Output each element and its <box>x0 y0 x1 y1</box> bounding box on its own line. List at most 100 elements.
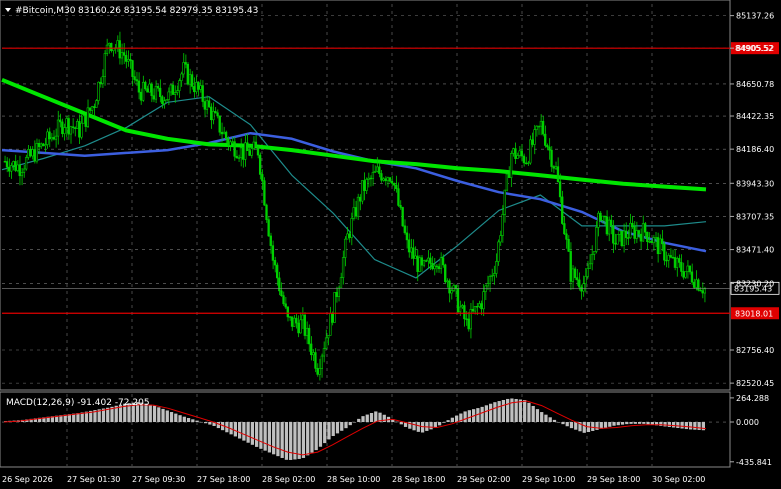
candle-body <box>39 143 43 148</box>
candle-body <box>458 306 462 313</box>
macd-bar <box>276 422 280 457</box>
candle-body <box>412 247 415 259</box>
macd-bar <box>186 418 191 423</box>
macd-bar <box>442 422 446 423</box>
macd-bar <box>238 422 242 439</box>
candle-body <box>699 289 702 292</box>
macd-bar <box>272 422 276 455</box>
macd-bar <box>561 422 565 425</box>
macd-bar <box>157 407 161 423</box>
macd-bar <box>297 422 301 459</box>
candle-body <box>597 212 600 228</box>
macd-bar <box>608 422 612 427</box>
macd-bar <box>531 405 535 423</box>
macd-bar <box>267 422 272 453</box>
candle-body <box>210 106 213 121</box>
candle-body <box>444 264 447 283</box>
candle-body <box>531 139 534 145</box>
candle-body <box>227 138 230 146</box>
candle-body <box>299 319 302 334</box>
candle-body <box>24 157 28 170</box>
candle-body <box>103 53 107 77</box>
candle-body <box>405 232 409 241</box>
candle-body <box>646 231 649 242</box>
chart-canvas[interactable]: 84905.5283018.0183195.43 85137.2684905.5… <box>0 0 781 489</box>
macd-bar <box>437 422 442 426</box>
candle-body <box>54 135 58 140</box>
candle-body <box>554 166 557 169</box>
candle-body <box>284 303 287 308</box>
candle-body <box>250 148 253 156</box>
symbol-label: #Bitcoin,M30 <box>15 6 76 16</box>
candle-body <box>93 106 96 108</box>
candle-body <box>29 149 32 157</box>
macd-bar <box>480 406 484 423</box>
candle-body <box>373 170 377 173</box>
candle-body <box>80 122 83 138</box>
candle-body <box>382 178 385 181</box>
macd-bar <box>369 412 374 423</box>
candle-body <box>275 264 279 279</box>
candle-body <box>569 251 572 282</box>
candle-body <box>395 184 398 190</box>
candle-body <box>492 273 496 277</box>
candle-body <box>295 317 298 324</box>
candle-body <box>537 125 540 128</box>
macd-bar <box>323 422 327 444</box>
macd-bar <box>535 409 540 423</box>
macd-bar <box>344 422 348 429</box>
candle-body <box>176 90 179 93</box>
candle-body <box>390 180 394 184</box>
candle-body <box>167 91 170 100</box>
macd-bar <box>591 422 595 431</box>
price-tick-label: 84905.52 <box>736 44 774 53</box>
macd-bar <box>620 422 625 425</box>
candle-body <box>116 40 119 49</box>
candle-body <box>150 83 153 96</box>
macd-bar <box>612 422 616 426</box>
candle-body <box>429 257 432 264</box>
candle-body <box>561 196 564 224</box>
candle-body <box>688 265 692 273</box>
time-tick-label: 27 Sep 18:00 <box>197 475 250 484</box>
candle-body <box>565 233 568 240</box>
candle-body <box>665 259 668 262</box>
candle-body <box>609 219 613 227</box>
candle-body <box>529 139 532 164</box>
candle-body <box>465 318 468 320</box>
candle-body <box>20 172 24 177</box>
candle-body <box>152 95 155 100</box>
candle-body <box>10 165 13 172</box>
macd-bar <box>412 422 416 431</box>
macd-bar <box>280 422 284 458</box>
candle-body <box>520 150 523 157</box>
candle-body <box>463 305 466 320</box>
candle-body <box>344 238 347 258</box>
macd-bar <box>178 415 182 423</box>
macd-tick-label: 0.000 <box>736 418 759 427</box>
candle-body <box>82 115 85 124</box>
candle-body <box>231 141 234 143</box>
macd-bar <box>301 422 306 458</box>
candle-body <box>216 112 219 117</box>
candle-body <box>56 119 60 137</box>
candle-body <box>616 233 619 245</box>
candle-body <box>656 237 660 255</box>
candle-body <box>441 257 445 266</box>
candle-body <box>318 368 321 375</box>
price-tick-label: 85137.26 <box>736 12 774 21</box>
candle-body <box>350 218 353 238</box>
candle-body <box>573 268 577 278</box>
candle-body <box>480 303 483 310</box>
time-tick-label: 29 Sep 02:00 <box>457 475 510 484</box>
candle-body <box>541 120 545 135</box>
candle-body <box>590 254 594 265</box>
macd-bar <box>335 422 340 434</box>
candle-body <box>120 52 124 59</box>
candle-body <box>439 257 443 269</box>
candle-body <box>33 149 36 162</box>
candle-body <box>437 266 440 269</box>
macd-bar <box>306 422 310 456</box>
candle-body <box>154 85 158 100</box>
macd-bar <box>523 400 527 423</box>
